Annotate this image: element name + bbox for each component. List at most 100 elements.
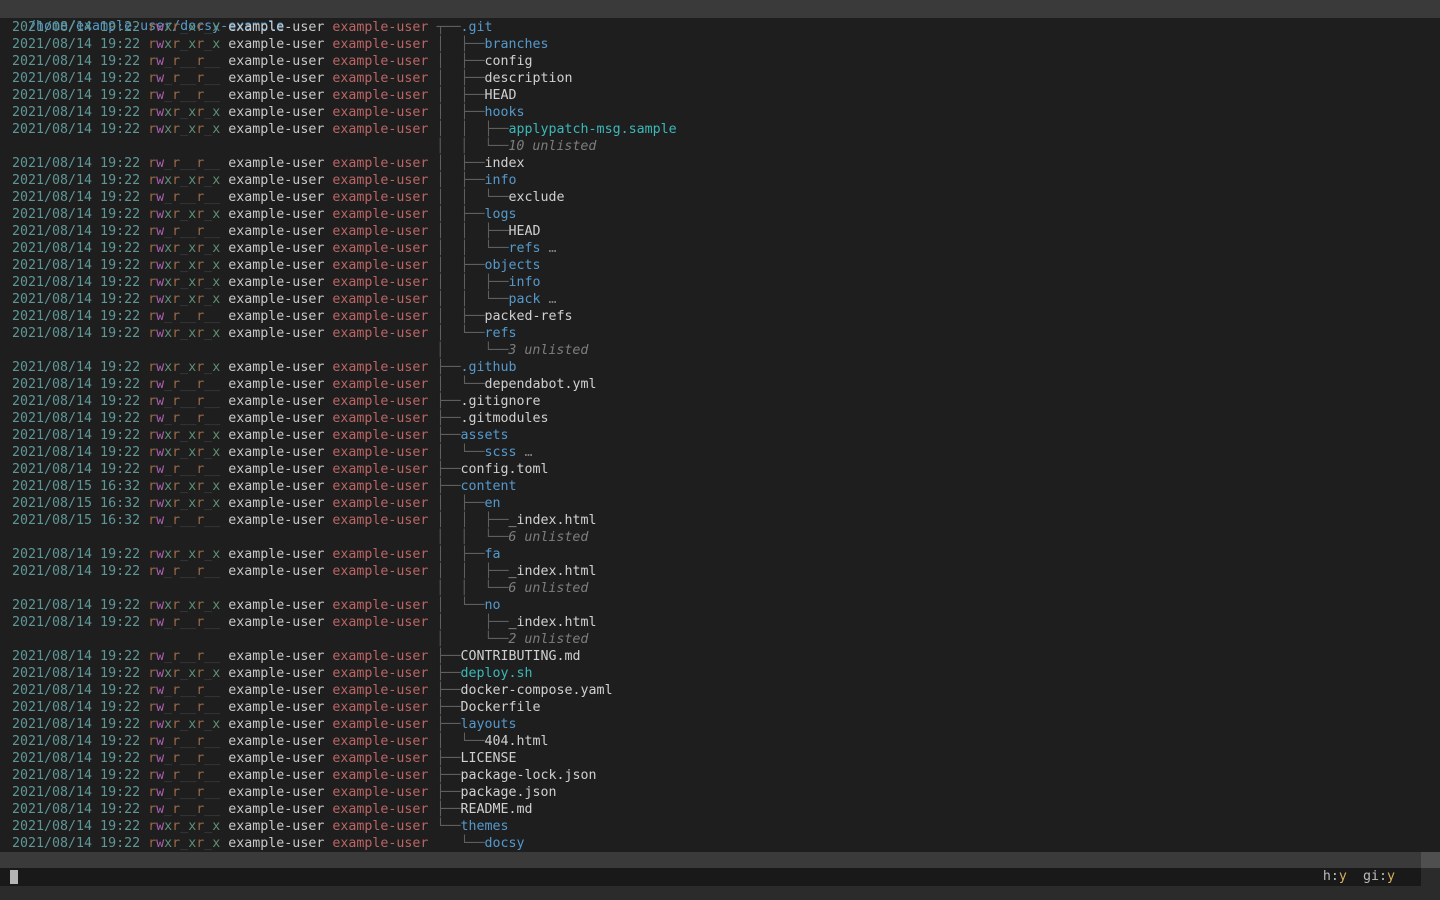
tree-row[interactable]: 2021/08/14 19:22 rwxr_xr_x example-user … bbox=[0, 818, 1440, 835]
entry-name[interactable]: assets bbox=[460, 428, 508, 443]
entry-name[interactable]: refs bbox=[509, 241, 541, 256]
tree-row[interactable]: 2021/08/14 19:22 rw_r__r__ example-user … bbox=[0, 750, 1440, 767]
tree-row[interactable]: 2021/08/14 19:22 rw_r__r__ example-user … bbox=[0, 308, 1440, 325]
entry-name[interactable]: refs bbox=[484, 326, 516, 341]
entry-name[interactable]: docker-compose.yaml bbox=[460, 683, 612, 698]
entry-name[interactable]: HEAD bbox=[484, 88, 516, 103]
row-owner: example-user bbox=[228, 394, 324, 409]
entry-name[interactable]: info bbox=[509, 275, 541, 290]
tree-row[interactable]: 2021/08/14 19:22 rw_r__r__ example-user … bbox=[0, 767, 1440, 784]
entry-name[interactable]: dependabot.yml bbox=[484, 377, 596, 392]
entry-name[interactable]: HEAD bbox=[509, 224, 541, 239]
tree-row[interactable]: 2021/08/14 19:22 rwxr_xr_x example-user … bbox=[0, 274, 1440, 291]
tree-row[interactable]: │ │ └──10 unlisted bbox=[0, 138, 1440, 155]
entry-name[interactable]: content bbox=[460, 479, 516, 494]
entry-name[interactable]: README.md bbox=[460, 802, 532, 817]
tree-row[interactable]: 2021/08/14 19:22 rwxr_xr_x example-user … bbox=[0, 444, 1440, 461]
entry-name[interactable]: exclude bbox=[509, 190, 565, 205]
entry-name[interactable]: objects bbox=[484, 258, 540, 273]
tree-row[interactable]: 2021/08/14 19:22 rwxr_xr_x example-user … bbox=[0, 427, 1440, 444]
tree-row[interactable]: 2021/08/14 19:22 rwxr_xr_x example-user … bbox=[0, 665, 1440, 682]
entry-name[interactable]: deploy.sh bbox=[460, 666, 532, 681]
entry-name[interactable]: index bbox=[484, 156, 524, 171]
tree-row[interactable]: 2021/08/15 16:32 rwxr_xr_x example-user … bbox=[0, 478, 1440, 495]
tree-row[interactable]: 2021/08/14 19:22 rw_r__r__ example-user … bbox=[0, 733, 1440, 750]
entry-name[interactable]: no bbox=[484, 598, 500, 613]
tree-row[interactable]: 2021/08/14 19:22 rwxr_xr_x example-user … bbox=[0, 597, 1440, 614]
entry-name[interactable]: info bbox=[484, 173, 516, 188]
tree-row[interactable]: 2021/08/14 19:22 rw_r__r__ example-user … bbox=[0, 563, 1440, 580]
tree-row[interactable]: 2021/08/14 19:22 rw_r__r__ example-user … bbox=[0, 189, 1440, 206]
entry-name[interactable]: description bbox=[484, 71, 572, 86]
entry-name[interactable]: LICENSE bbox=[460, 751, 516, 766]
tree-row[interactable]: │ └──2 unlisted bbox=[0, 631, 1440, 648]
entry-name[interactable]: 404.html bbox=[484, 734, 548, 749]
entry-name[interactable]: pack bbox=[509, 292, 541, 307]
tree-row[interactable]: │ └──3 unlisted bbox=[0, 342, 1440, 359]
tree-row[interactable]: 2021/08/15 16:32 rw_r__r__ example-user … bbox=[0, 512, 1440, 529]
tree-row[interactable]: 2021/08/14 19:22 rw_r__r__ example-user … bbox=[0, 70, 1440, 87]
tree-row[interactable]: 2021/08/14 19:22 rw_r__r__ example-user … bbox=[0, 699, 1440, 716]
entry-name[interactable]: .gitmodules bbox=[460, 411, 548, 426]
tree-row[interactable]: 2021/08/14 19:22 rw_r__r__ example-user … bbox=[0, 461, 1440, 478]
entry-name[interactable]: package-lock.json bbox=[460, 768, 596, 783]
tree-row[interactable]: 2021/08/14 19:22 rwxr_xr_x example-user … bbox=[0, 835, 1440, 852]
entry-name[interactable]: hooks bbox=[484, 105, 524, 120]
entry-name[interactable]: _index.html bbox=[509, 615, 597, 630]
entry-name[interactable]: package.json bbox=[460, 785, 556, 800]
entry-name[interactable]: .git bbox=[460, 20, 492, 35]
entry-name[interactable]: _index.html bbox=[509, 513, 597, 528]
tree-row[interactable]: 2021/08/15 16:32 rwxr_xr_x example-user … bbox=[0, 495, 1440, 512]
tree-row[interactable]: 2021/08/14 19:22 rwxr_xr_x example-user … bbox=[0, 546, 1440, 563]
tree-row[interactable]: 2021/08/14 19:22 rw_r__r__ example-user … bbox=[0, 410, 1440, 427]
tree-row[interactable]: 2021/08/14 19:22 rw_r__r__ example-user … bbox=[0, 376, 1440, 393]
tree-row[interactable]: 2021/08/14 19:22 rwxr_xr_x example-user … bbox=[0, 19, 1440, 36]
entry-name[interactable]: config bbox=[484, 54, 532, 69]
tree-row[interactable]: 2021/08/14 19:22 rwxr_xr_x example-user … bbox=[0, 716, 1440, 733]
tree-row[interactable]: 2021/08/14 19:22 rw_r__r__ example-user … bbox=[0, 784, 1440, 801]
entry-name[interactable]: config.toml bbox=[460, 462, 548, 477]
entry-name[interactable]: themes bbox=[460, 819, 508, 834]
tree-row[interactable]: 2021/08/14 19:22 rw_r__r__ example-user … bbox=[0, 801, 1440, 818]
entry-name[interactable]: .gitignore bbox=[460, 394, 540, 409]
tree-row[interactable]: 2021/08/14 19:22 rwxr_xr_x example-user … bbox=[0, 257, 1440, 274]
entry-name[interactable]: layouts bbox=[460, 717, 516, 732]
row-permissions: rwxr_xr_x bbox=[148, 207, 220, 222]
tree-row[interactable]: 2021/08/14 19:22 rwxr_xr_x example-user … bbox=[0, 291, 1440, 308]
entry-name[interactable]: packed-refs bbox=[484, 309, 572, 324]
tree-row[interactable]: 2021/08/14 19:22 rw_r__r__ example-user … bbox=[0, 87, 1440, 104]
entry-name[interactable]: logs bbox=[484, 207, 516, 222]
tree-row[interactable]: 2021/08/14 19:22 rw_r__r__ example-user … bbox=[0, 223, 1440, 240]
tree-row[interactable]: 2021/08/14 19:22 rw_r__r__ example-user … bbox=[0, 682, 1440, 699]
tree-row[interactable]: 2021/08/14 19:22 rwxr_xr_x example-user … bbox=[0, 359, 1440, 376]
row-permissions: rwxr_xr_x bbox=[148, 258, 220, 273]
entry-name[interactable]: docsy bbox=[484, 836, 524, 851]
row-owner: example-user bbox=[228, 411, 324, 426]
tree-row[interactable]: │ │ └──6 unlisted bbox=[0, 529, 1440, 546]
scrollbar-thumb[interactable] bbox=[1421, 852, 1440, 868]
entry-name[interactable]: scss bbox=[484, 445, 516, 460]
tree-row[interactable]: 2021/08/14 19:22 rwxr_xr_x example-user … bbox=[0, 104, 1440, 121]
entry-name[interactable]: fa bbox=[484, 547, 500, 562]
tree-row[interactable]: 2021/08/14 19:22 rwxr_xr_x example-user … bbox=[0, 172, 1440, 189]
tree-row[interactable]: 2021/08/14 19:22 rw_r__r__ example-user … bbox=[0, 648, 1440, 665]
search-input[interactable]: h:y gi:y bbox=[0, 868, 1421, 886]
tree-row[interactable]: 2021/08/14 19:22 rwxr_xr_x example-user … bbox=[0, 206, 1440, 223]
entry-name[interactable]: branches bbox=[484, 37, 548, 52]
entry-name[interactable]: CONTRIBUTING.md bbox=[460, 649, 580, 664]
entry-name[interactable]: en bbox=[484, 496, 500, 511]
entry-name[interactable]: Dockerfile bbox=[460, 700, 540, 715]
tree-row[interactable]: 2021/08/14 19:22 rw_r__r__ example-user … bbox=[0, 393, 1440, 410]
tree-row[interactable]: 2021/08/14 19:22 rw_r__r__ example-user … bbox=[0, 53, 1440, 70]
tree-row[interactable]: 2021/08/14 19:22 rw_r__r__ example-user … bbox=[0, 155, 1440, 172]
tree-row[interactable]: 2021/08/14 19:22 rwxr_xr_x example-user … bbox=[0, 36, 1440, 53]
entry-name[interactable]: applypatch-msg.sample bbox=[509, 122, 677, 137]
tree-row[interactable]: 2021/08/14 19:22 rwxr_xr_x example-user … bbox=[0, 121, 1440, 138]
entry-name[interactable]: _index.html bbox=[509, 564, 597, 579]
entry-name[interactable]: .github bbox=[460, 360, 516, 375]
tree-row[interactable]: 2021/08/14 19:22 rw_r__r__ example-user … bbox=[0, 614, 1440, 631]
row-owner: example-user bbox=[228, 122, 324, 137]
tree-row[interactable]: 2021/08/14 19:22 rwxr_xr_x example-user … bbox=[0, 240, 1440, 257]
tree-row[interactable]: │ │ └──6 unlisted bbox=[0, 580, 1440, 597]
tree-row[interactable]: 2021/08/14 19:22 rwxr_xr_x example-user … bbox=[0, 325, 1440, 342]
